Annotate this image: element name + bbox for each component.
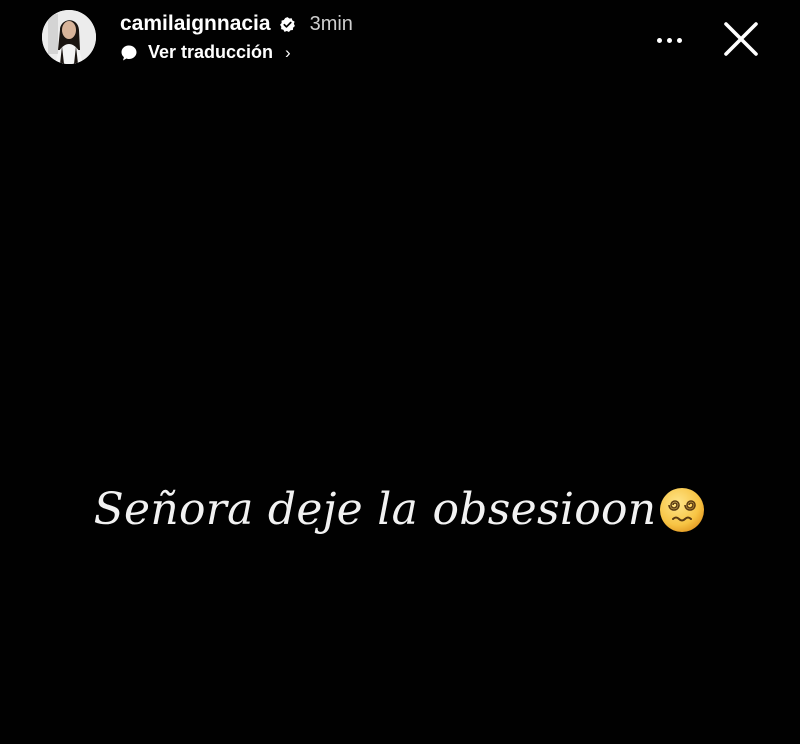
username-row: camilaignnacia 3min: [120, 12, 353, 36]
story-caption: Señora deje la obsesioon: [0, 484, 800, 535]
more-options-icon: [656, 37, 662, 43]
username[interactable]: camilaignnacia: [120, 12, 271, 36]
more-options-dot: [666, 37, 672, 43]
story-header: camilaignnacia 3min Ver traducción ›: [0, 0, 800, 80]
speech-bubble-icon: [120, 44, 138, 62]
chevron-right-icon: ›: [285, 42, 291, 62]
face-with-spiral-eyes-emoji: [658, 486, 706, 534]
avatar[interactable]: [42, 10, 96, 64]
more-options-dot: [676, 37, 682, 43]
see-translation-label: Ver traducción: [148, 42, 274, 62]
more-options-button[interactable]: [646, 26, 692, 54]
profile-photo: [42, 10, 96, 64]
verified-badge-icon: [279, 16, 296, 33]
close-button[interactable]: [718, 16, 764, 62]
see-translation-link[interactable]: Ver traducción ›: [120, 42, 291, 63]
close-icon: [724, 22, 758, 56]
story-viewer: camilaignnacia 3min Ver traducción › Señ…: [0, 0, 800, 744]
story-timestamp: 3min: [309, 12, 353, 35]
caption-text: Señora deje la obsesioon: [93, 484, 657, 535]
